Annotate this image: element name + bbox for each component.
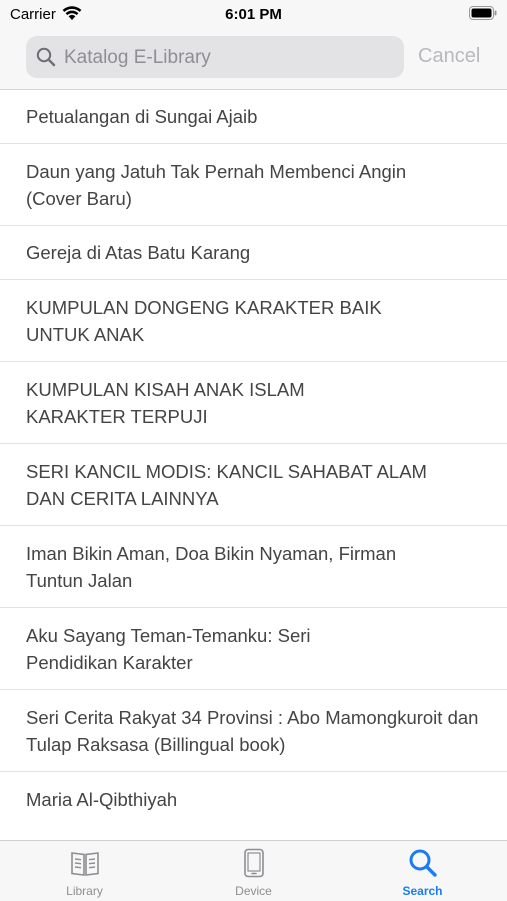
battery-icon <box>469 6 497 25</box>
item-title: Gereja di Atas Batu Karang <box>26 242 251 263</box>
tab-bar: Library Device Search <box>0 840 507 901</box>
list-item[interactable]: SERI KANCIL MODIS: KANCIL SAHABAT ALAM D… <box>0 444 507 526</box>
search-field[interactable] <box>26 36 404 80</box>
list-item[interactable]: KUMPULAN KISAH ANAK ISLAM KARAKTER TERPU… <box>0 362 507 444</box>
book-icon <box>70 848 100 878</box>
tab-device[interactable]: Device <box>169 841 338 901</box>
list-item[interactable]: Seri Cerita Rakyat 34 Provinsi : Abo Mam… <box>0 690 507 772</box>
list-item[interactable]: Gereja di Atas Batu Karang <box>0 226 507 280</box>
item-title: KUMPULAN DONGENG KARAKTER BAIK UNTUK ANA… <box>26 296 382 345</box>
status-bar: Carrier 6:01 PM <box>0 0 507 30</box>
tab-library[interactable]: Library <box>0 841 169 901</box>
list-item[interactable]: KUMPULAN DONGENG KARAKTER BAIK UNTUK ANA… <box>0 280 507 362</box>
tab-label: Search <box>402 884 443 898</box>
item-title: Petualangan di Sungai Ajaib <box>26 106 258 127</box>
tab-search[interactable]: Search <box>338 841 507 901</box>
item-title: SERI KANCIL MODIS: KANCIL SAHABAT ALAM D… <box>26 460 427 509</box>
item-title: Iman Bikin Aman, Doa Bikin Nyaman, Firma… <box>26 542 397 591</box>
tab-label: Library <box>66 884 103 898</box>
search-header: Cancel <box>0 30 507 90</box>
list-item[interactable]: Maria Al-Qibthiyah <box>0 772 507 826</box>
search-input[interactable] <box>62 36 396 80</box>
item-title: Maria Al-Qibthiyah <box>26 788 178 810</box>
results-list[interactable]: Petualangan di Sungai Ajaib Daun yang Ja… <box>0 90 507 840</box>
list-item[interactable]: Iman Bikin Aman, Doa Bikin Nyaman, Firma… <box>0 526 507 608</box>
list-item[interactable]: Daun yang Jatuh Tak Pernah Membenci Angi… <box>0 144 507 226</box>
item-title: Aku Sayang Teman-Temanku: Seri Pendidika… <box>26 624 311 673</box>
list-item[interactable]: Aku Sayang Teman-Temanku: Seri Pendidika… <box>0 608 507 690</box>
cancel-button[interactable]: Cancel <box>418 45 480 68</box>
item-title: Daun yang Jatuh Tak Pernah Membenci Angi… <box>26 160 407 209</box>
phone-icon <box>239 848 269 878</box>
clock: 6:01 PM <box>225 6 282 23</box>
search-icon <box>408 848 438 878</box>
list-item[interactable]: Petualangan di Sungai Ajaib <box>0 90 507 144</box>
tab-label: Device <box>235 884 272 898</box>
item-title: KUMPULAN KISAH ANAK ISLAM KARAKTER TERPU… <box>26 378 305 427</box>
item-title: Seri Cerita Rakyat 34 Provinsi : Abo Mam… <box>26 706 479 755</box>
magnifier-icon <box>36 47 56 72</box>
